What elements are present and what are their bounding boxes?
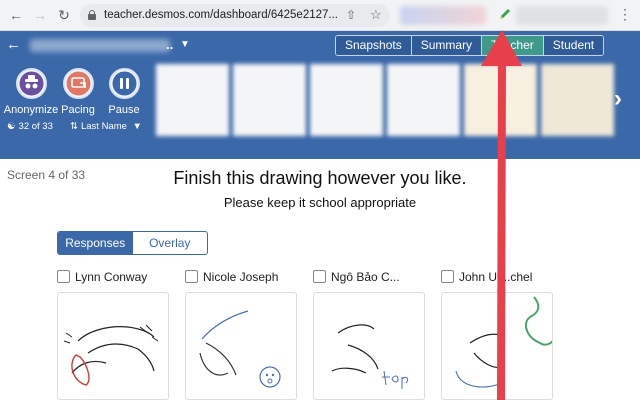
reload-icon[interactable]: ↻: [56, 7, 72, 23]
pause-button[interactable]: Pause: [96, 68, 152, 116]
student-drawing: [455, 296, 552, 388]
student-count[interactable]: ☯ 32 of 33: [7, 121, 53, 132]
student-drawing: [199, 310, 281, 388]
pause-label: Pause: [108, 104, 140, 116]
student-name: Lynn Conway: [75, 270, 148, 284]
back-arrow-icon[interactable]: ←: [8, 7, 24, 23]
activity-title-blurred[interactable]: [30, 39, 170, 52]
screen-thumbnail[interactable]: [464, 64, 537, 136]
back-arrow-icon[interactable]: ←: [6, 36, 21, 53]
browser-toolbar: ← → ↻ teacher.desmos.com/dashboard/6425e…: [0, 0, 640, 31]
star-icon[interactable]: ☆: [370, 7, 382, 23]
students-icon: ☯: [7, 121, 16, 132]
tab-summary[interactable]: Summary: [411, 36, 483, 55]
select-checkbox[interactable]: [57, 270, 70, 283]
share-icon[interactable]: ⇧: [346, 8, 356, 22]
responses-button[interactable]: Responses: [58, 232, 133, 254]
kebab-menu-icon[interactable]: ⋮: [618, 6, 632, 22]
anonymize-icon: [15, 68, 47, 99]
select-checkbox[interactable]: [185, 270, 198, 283]
screen-thumbnail[interactable]: [310, 64, 383, 136]
lock-icon: [88, 10, 96, 20]
view-switcher: Snapshots Summary Teacher Student: [335, 35, 605, 56]
profile-blurred[interactable]: [516, 6, 608, 25]
select-checkbox[interactable]: [313, 270, 326, 283]
screen-thumbnail[interactable]: [233, 64, 306, 136]
address-bar[interactable]: teacher.desmos.com/dashboard/6425e2127..…: [80, 4, 390, 27]
chevron-down-icon[interactable]: ▼: [180, 39, 190, 50]
student-drawing: [331, 324, 409, 389]
student-name: Nicole Joseph: [203, 270, 279, 284]
tab-snapshots[interactable]: Snapshots: [336, 36, 412, 55]
overlay-button[interactable]: Overlay: [132, 232, 207, 254]
sort-dropdown[interactable]: ⇅ Last Name ▼: [70, 121, 142, 132]
prompt-subtitle: Please keep it school appropriate: [223, 195, 417, 210]
chevron-right-icon[interactable]: ›: [614, 85, 622, 113]
prompt-title: Finish this drawing however you like.: [173, 168, 467, 188]
drawing-card[interactable]: [57, 292, 169, 400]
screen-thumbnails: [156, 64, 614, 136]
pause-icon: [108, 68, 140, 99]
tab-teacher[interactable]: Teacher: [482, 36, 544, 55]
student-name: Ngô Bảo C...: [331, 270, 400, 284]
screen-thumbnail[interactable]: [541, 64, 614, 136]
student-drawing: [63, 324, 159, 386]
activity-title-ellipsis: ..: [166, 37, 174, 52]
drawing-card[interactable]: [185, 292, 297, 400]
sort-icon: ⇅: [70, 121, 78, 132]
pacing-icon: [62, 68, 94, 99]
tab-student[interactable]: Student: [543, 36, 604, 55]
select-checkbox[interactable]: [441, 270, 454, 283]
pencil-icon[interactable]: [498, 7, 512, 21]
chevron-down-icon: ▼: [132, 121, 142, 132]
drawing-card[interactable]: [313, 292, 425, 400]
screen-thumbnail[interactable]: [156, 64, 229, 136]
student-name: John Un..chel: [459, 270, 533, 284]
screen-thumbnail[interactable]: [387, 64, 460, 136]
forward-arrow-icon[interactable]: →: [32, 7, 48, 23]
extension-blurred[interactable]: [400, 6, 486, 25]
responses-overlay-toggle: Responses Overlay: [57, 231, 208, 255]
screenshot-root: { "browser": { "url": "teacher.desmos.co…: [0, 0, 640, 400]
url-text: teacher.desmos.com/dashboard/6425e2127..…: [104, 9, 338, 21]
drawing-card[interactable]: [441, 292, 553, 400]
